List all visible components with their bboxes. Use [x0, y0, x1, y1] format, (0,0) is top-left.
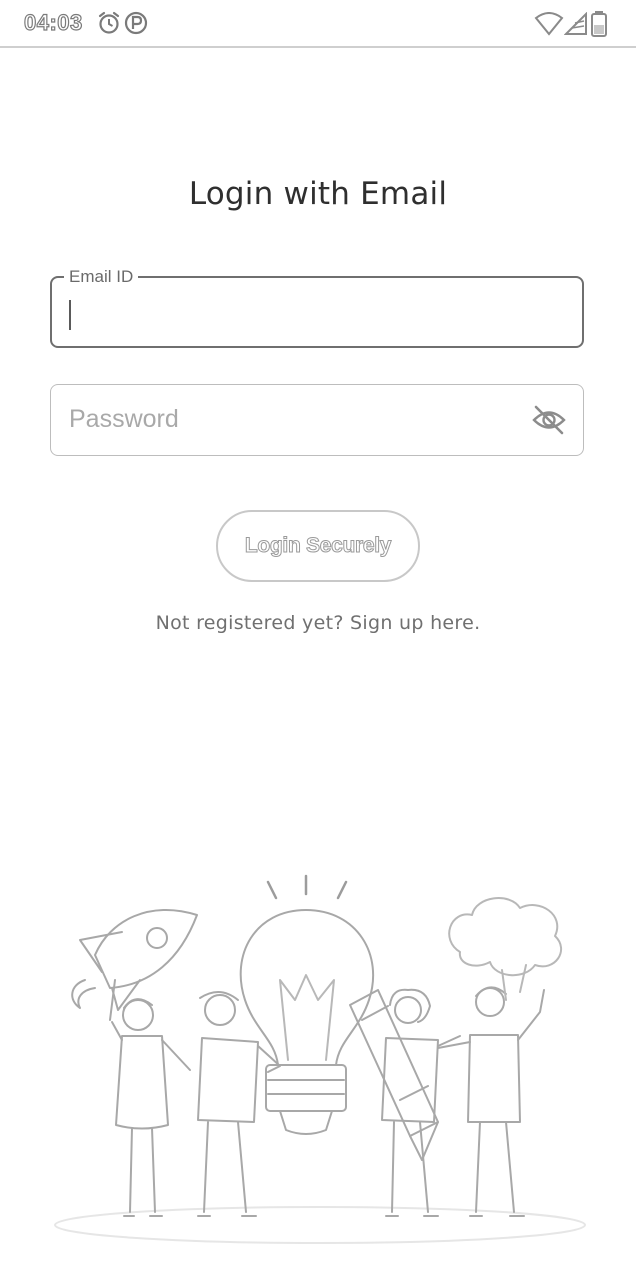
status-time: 04:03: [23, 9, 83, 35]
p-icon: [124, 10, 148, 40]
password-placeholder: Password: [69, 405, 179, 433]
email-label: Email ID: [64, 267, 139, 287]
alarm-icon: [96, 10, 122, 40]
wifi-icon: [534, 12, 564, 40]
status-bar: 04:03: [0, 0, 636, 48]
text-cursor: [69, 300, 71, 330]
login-securely-button[interactable]: Login Securely: [216, 510, 420, 582]
password-field[interactable]: Password: [50, 384, 584, 456]
email-field[interactable]: Email ID: [50, 267, 584, 348]
battery-icon: [590, 10, 608, 42]
eye-off-icon[interactable]: [531, 403, 567, 437]
page-title: Login with Email: [188, 176, 448, 212]
team-lightbulb-illustration: [40, 860, 600, 1250]
signup-link[interactable]: Not registered yet? Sign up here.: [0, 612, 636, 634]
signal-icon: [563, 11, 588, 40]
